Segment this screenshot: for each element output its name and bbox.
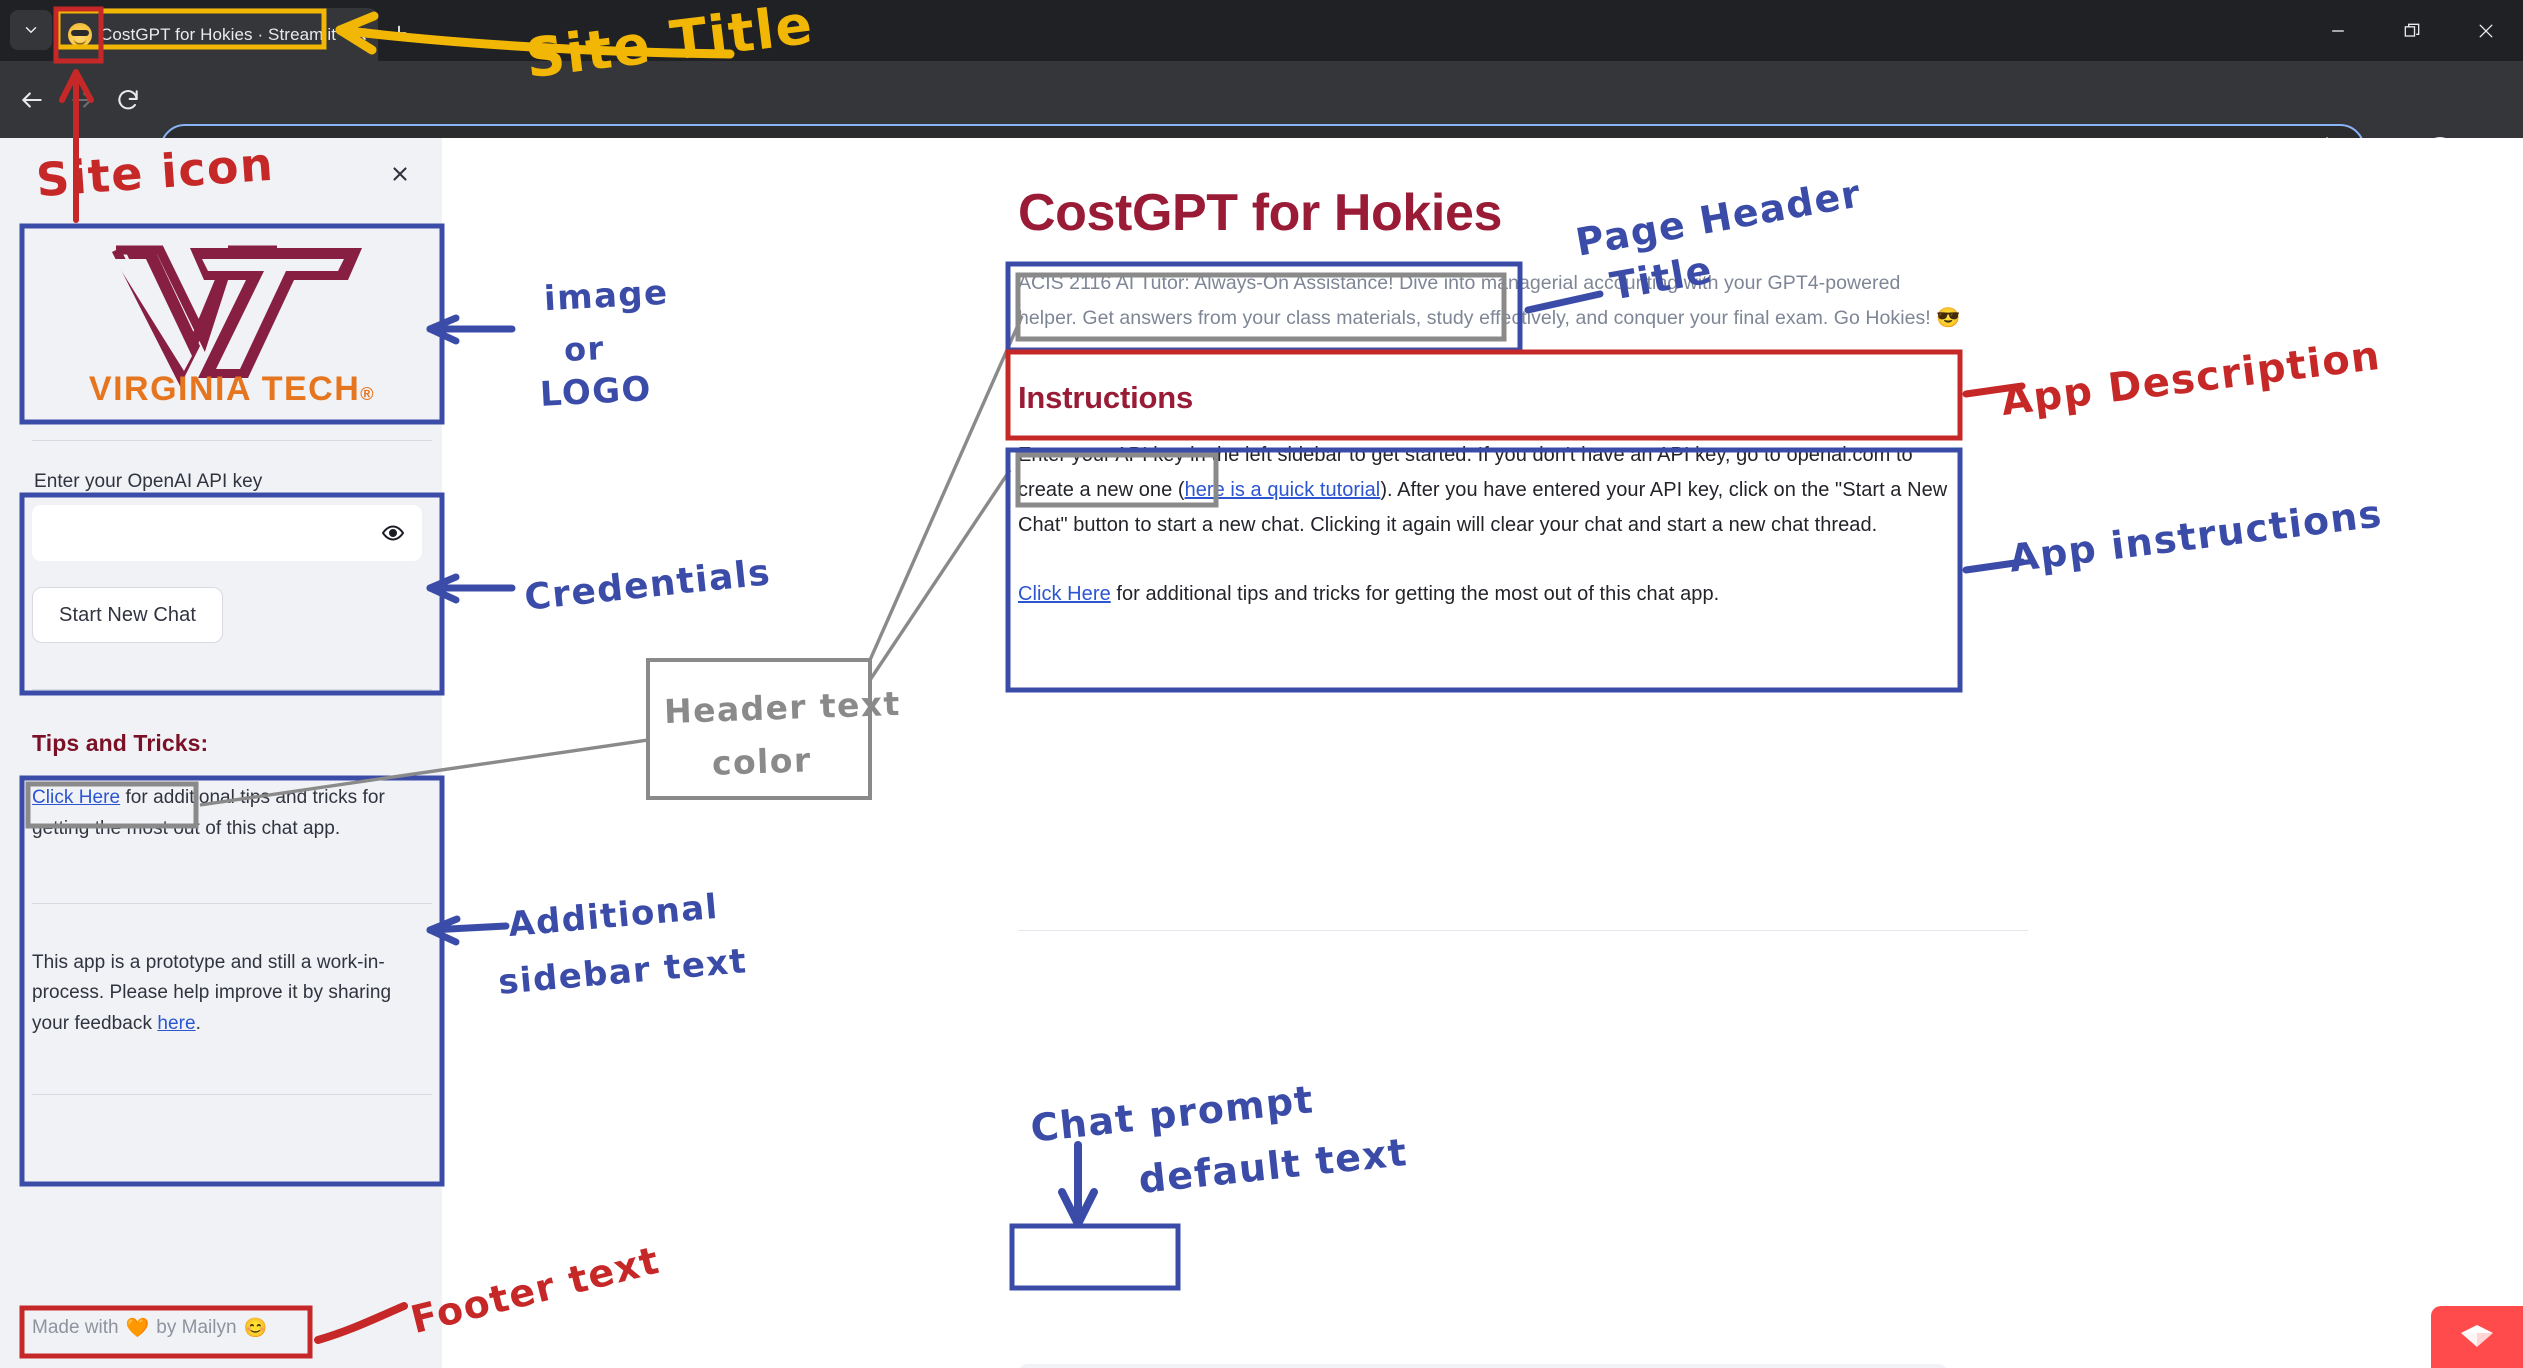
- screenshot-root: CostGPT for Hokies · Streamlit VIRGINIA …: [0, 0, 2523, 1368]
- streamlit-logo-icon: [2461, 1325, 2493, 1347]
- page-title: CostGPT for Hokies: [1018, 184, 1502, 242]
- sidebar-content: VIRGINIA TECH® Enter your OpenAI API key…: [32, 228, 432, 1095]
- window-close-button[interactable]: [2449, 0, 2523, 61]
- window-controls: [2301, 0, 2523, 61]
- page-viewport: VIRGINIA TECH® Enter your OpenAI API key…: [0, 138, 2523, 1368]
- tips-click-here-link[interactable]: Click Here: [32, 787, 120, 808]
- eye-icon[interactable]: [380, 520, 406, 546]
- footer-prefix-text: Made with: [32, 1317, 119, 1338]
- sidebar-footer: Made with 🧡 by Mailyn 😊: [32, 1316, 412, 1340]
- app-main: CostGPT for Hokies ACIS 2116 AI Tutor: A…: [442, 138, 2523, 1368]
- feedback-link[interactable]: here: [157, 1013, 195, 1034]
- sidebar-divider-4: [32, 1093, 432, 1095]
- browser-tab-bar: CostGPT for Hokies · Streamlit: [0, 0, 2523, 61]
- sidebar-close-icon[interactable]: [386, 160, 414, 188]
- main-divider: [1018, 930, 2028, 931]
- api-key-input[interactable]: [32, 505, 422, 561]
- site-favicon-icon: [68, 22, 92, 47]
- main-click-here-link[interactable]: Click Here: [1018, 583, 1111, 605]
- instructions-heading: Instructions: [1018, 379, 1194, 415]
- tab-close-icon[interactable]: [350, 24, 370, 44]
- window-restore-button[interactable]: [2375, 0, 2449, 61]
- main-column: CostGPT for Hokies ACIS 2116 AI Tutor: A…: [1018, 184, 1963, 612]
- prototype-notice: This app is a prototype and still a work…: [32, 948, 432, 1040]
- tab-title: CostGPT for Hokies · Streamlit: [100, 24, 337, 44]
- tips-and-tricks-text: Click Here for additional tips and trick…: [32, 783, 432, 845]
- window-minimize-button[interactable]: [2301, 0, 2375, 61]
- reload-icon[interactable]: [108, 80, 148, 120]
- new-tab-button[interactable]: [382, 16, 416, 50]
- browser-toolbar: https://acis-2116-chat.streamlit.app: [0, 61, 2523, 174]
- tips-and-tricks-heading: Tips and Tricks:: [32, 730, 209, 756]
- app-sidebar: VIRGINIA TECH® Enter your OpenAI API key…: [0, 138, 442, 1368]
- sidebar-divider-2: [32, 689, 432, 690]
- chat-input-bar[interactable]: What's up?: [1018, 1364, 1948, 1368]
- quick-tutorial-link[interactable]: here is a quick tutorial: [1185, 479, 1381, 501]
- forward-arrow-icon: [62, 80, 102, 120]
- smiling-face-icon: 😊: [243, 1318, 268, 1339]
- virginia-tech-logo: VIRGINIA TECH®: [89, 245, 375, 406]
- browser-tab[interactable]: CostGPT for Hokies · Streamlit: [58, 8, 378, 61]
- prototype-text-before: This app is a prototype and still a work…: [32, 951, 392, 1035]
- streamlit-deploy-badge[interactable]: [2431, 1306, 2523, 1368]
- orange-heart-icon: 🧡: [125, 1318, 150, 1339]
- sidebar-divider-1: [32, 440, 432, 441]
- back-arrow-icon[interactable]: [12, 80, 52, 120]
- prototype-text-after: .: [195, 1013, 201, 1035]
- api-key-label: Enter your OpenAI API key: [34, 471, 263, 492]
- instructions-paragraph-1: Enter your API key in the left sidebar t…: [1018, 438, 1963, 544]
- app-description: ACIS 2116 AI Tutor: Always-On Assistance…: [1018, 272, 1961, 329]
- footer-author-text: by Mailyn: [156, 1317, 237, 1338]
- start-new-chat-button[interactable]: Start New Chat: [32, 587, 224, 643]
- sidebar-divider-3: [32, 902, 432, 904]
- virginia-tech-wordmark: VIRGINIA TECH®: [89, 370, 375, 406]
- instructions-tips-text: for additional tips and tricks for getti…: [1110, 583, 1720, 606]
- instructions-paragraph-2: Click Here for additional tips and trick…: [1018, 577, 1963, 612]
- tab-search-button[interactable]: [10, 10, 52, 50]
